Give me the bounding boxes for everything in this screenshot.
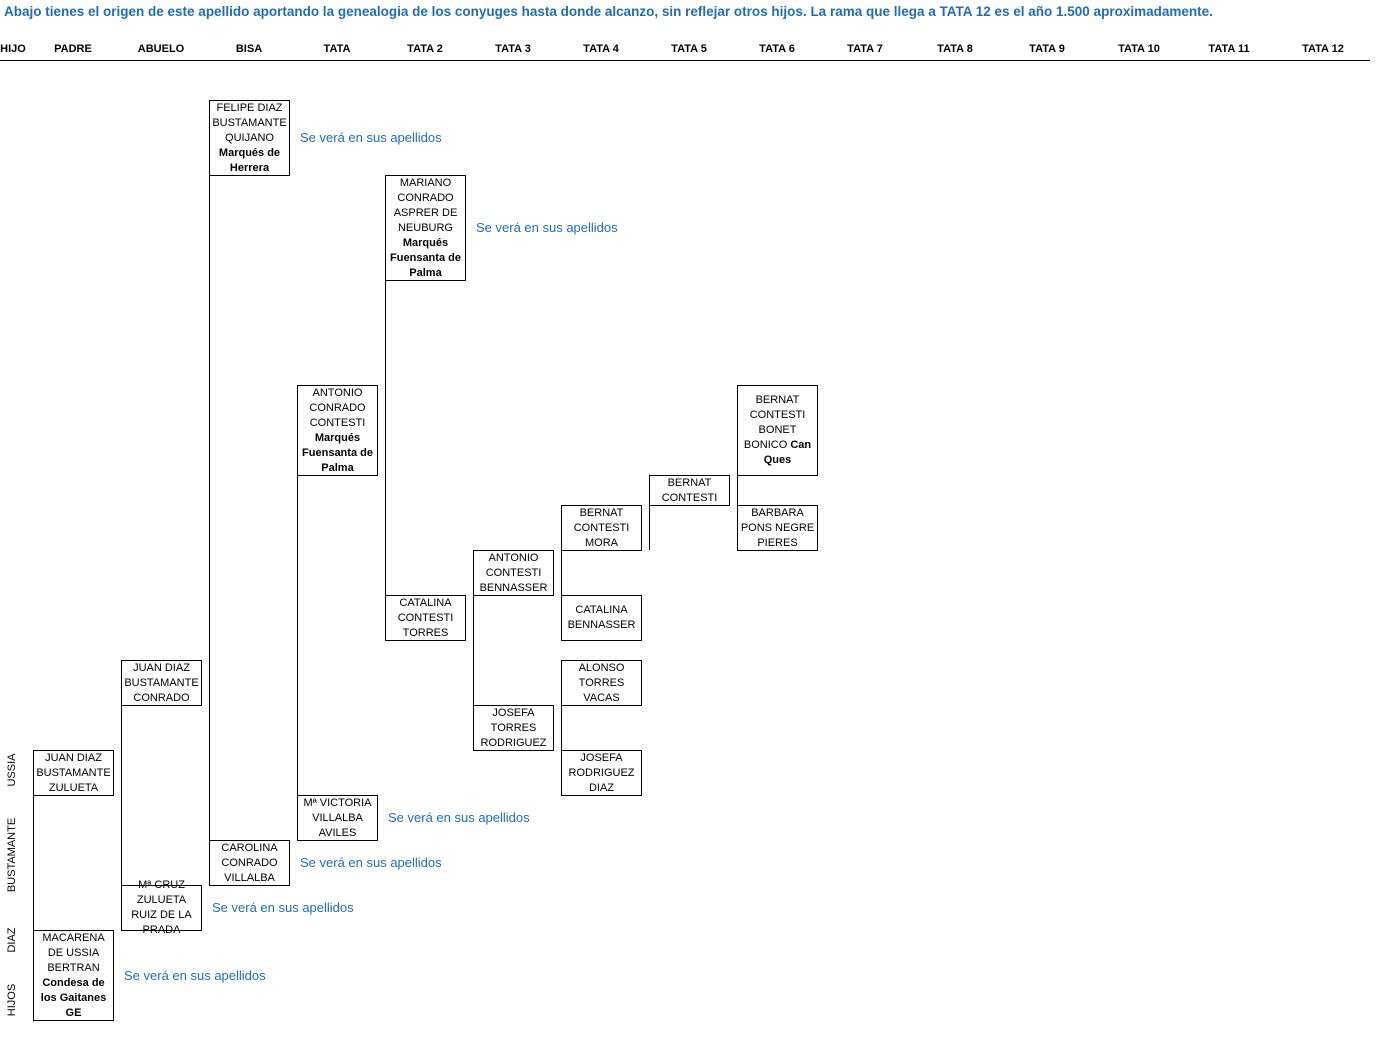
note-m-victoria: Se verá en sus apellidos [388,810,530,825]
note-felipe: Se verá en sus apellidos [300,130,442,145]
header-tata-10: TATA 10 [1118,43,1160,55]
person-box: BERNAT CONTESTI [649,475,730,506]
header-tata-4: TATA 4 [583,43,619,55]
person-box: BERNAT CONTESTI MORA [561,505,642,551]
person-box: Mª VICTORIA VILLALBA AVILES [297,795,378,841]
header-tata: TATA [323,43,351,55]
header-bisa: BISA [235,43,263,55]
header-tata-8: TATA 8 [937,43,973,55]
person-box: Mª CRUZ ZULUETA RUIZ DE LA PRADA [121,879,202,936]
person-box: FELIPE DIAZ BUSTAMANTE QUIJANO Marqués d… [209,100,290,176]
person-name: Mª VICTORIA VILLALBA AVILES [303,796,372,839]
person-name: BARBARA PONS NEGRE PIERES [740,506,815,549]
person-box: JUAN DIAZ BUSTAMANTE ZULUETA [33,750,114,796]
person-name: BERNAT CONTESTI MORA [573,506,630,549]
person-box: ANTONIO CONRADO CONTESTI Marqués Fuensan… [297,385,378,476]
person-box: ALONSO TORRES VACAS [561,660,642,706]
person-title: Marqués Fuensanta de Palma [390,236,461,279]
person-name: BERNAT CONTESTI [661,476,718,504]
person-name: CAROLINA CONRADO VILLALBA [221,841,278,884]
person-box: JUAN DIAZ BUSTAMANTE CONRADO [121,660,202,706]
header-tata-3: TATA 3 [495,43,531,55]
person-title: Marqués de Herrera [218,146,281,174]
side-label-diaz: DIAZ [6,927,18,953]
person-name: CATALINA BENNASSER [567,604,636,631]
header-abuelo: ABUELO [137,43,185,55]
person-box: CAROLINA CONRADO VILLALBA [209,840,290,886]
connector-tata-4b [561,705,562,750]
side-label-ussia: USSIA [6,753,18,787]
connector-tata-2 [385,280,386,595]
person-name: ALONSO TORRES VACAS [578,661,625,704]
person-box: BERNAT CONTESTI BONET BONICO Can Ques [737,385,818,476]
note-mariano: Se verá en sus apellidos [476,220,618,235]
note-macarena: Se verá en sus apellidos [124,968,266,983]
header-tata-9: TATA 9 [1029,43,1065,55]
person-name: JOSEFA RODRIGUEZ DIAZ [568,751,635,794]
header-tata-7: TATA 7 [847,43,883,55]
header-tata-2: TATA 2 [407,43,443,55]
connector-tata-6 [737,475,738,505]
header-tata-6: TATA 6 [759,43,795,55]
connector-tata [297,475,298,795]
header-divider [0,60,1370,61]
person-name: BERNAT CONTESTI BONET BONICO Can Ques [743,394,812,466]
connector-abuelo [121,705,122,885]
header-hijo: HIJO [0,43,26,55]
person-box: BARBARA PONS NEGRE PIERES [737,505,818,551]
person-name: JUAN DIAZ BUSTAMANTE ZULUETA [36,751,111,794]
header-tata-11: TATA 11 [1208,43,1250,55]
person-box: CATALINA CONTESTI TORRES [385,595,466,641]
connector-tata-5 [649,505,650,550]
person-name: FELIPE DIAZ BUSTAMANTE QUIJANO [212,101,287,144]
side-label-bustamante: BUSTAMANTE [6,817,18,893]
connector-tata-4a [561,550,562,595]
person-box: ANTONIO CONTESTI BENNASSER [473,550,554,596]
person-name: ANTONIO CONRADO CONTESTI [309,386,366,429]
person-title: Condesa de los Gaitanes GE [40,976,107,1019]
person-box: JOSEFA TORRES RODRIGUEZ [473,705,554,751]
person-name: ANTONIO CONTESTI BENNASSER [479,551,548,594]
page-intro: Abajo tienes el origen de este apellido … [4,4,1213,19]
person-box: JOSEFA RODRIGUEZ DIAZ [561,750,642,796]
connector-bisa [209,175,210,840]
person-name: MACARENA DE USSIA BERTRAN [42,931,105,974]
person-title: Marqués Fuensanta de Palma [302,431,373,474]
person-name: JUAN DIAZ BUSTAMANTE CONRADO [124,661,199,704]
header-tata-5: TATA 5 [671,43,707,55]
person-name: Mª CRUZ ZULUETA RUIZ DE LA PRADA [131,879,192,936]
person-name: MARIANO CONRADO ASPRER DE NEUBURG [393,176,458,234]
header-padre: PADRE [54,43,92,55]
note-carolina: Se verá en sus apellidos [300,855,442,870]
note-m-cruz: Se verá en sus apellidos [212,900,354,915]
person-name: CATALINA CONTESTI TORRES [397,596,454,639]
person-box: CATALINA BENNASSER [561,595,642,641]
connector-tata-3 [473,595,474,705]
person-box: MARIANO CONRADO ASPRER DE NEUBURG Marqué… [385,175,466,281]
header-tata-12: TATA 12 [1302,43,1344,55]
connector-padre [33,795,34,930]
side-label-hijos: HIJOS [6,983,18,1017]
person-box: MACARENA DE USSIA BERTRAN Condesa de los… [33,930,114,1021]
person-name: JOSEFA TORRES RODRIGUEZ [480,706,547,749]
